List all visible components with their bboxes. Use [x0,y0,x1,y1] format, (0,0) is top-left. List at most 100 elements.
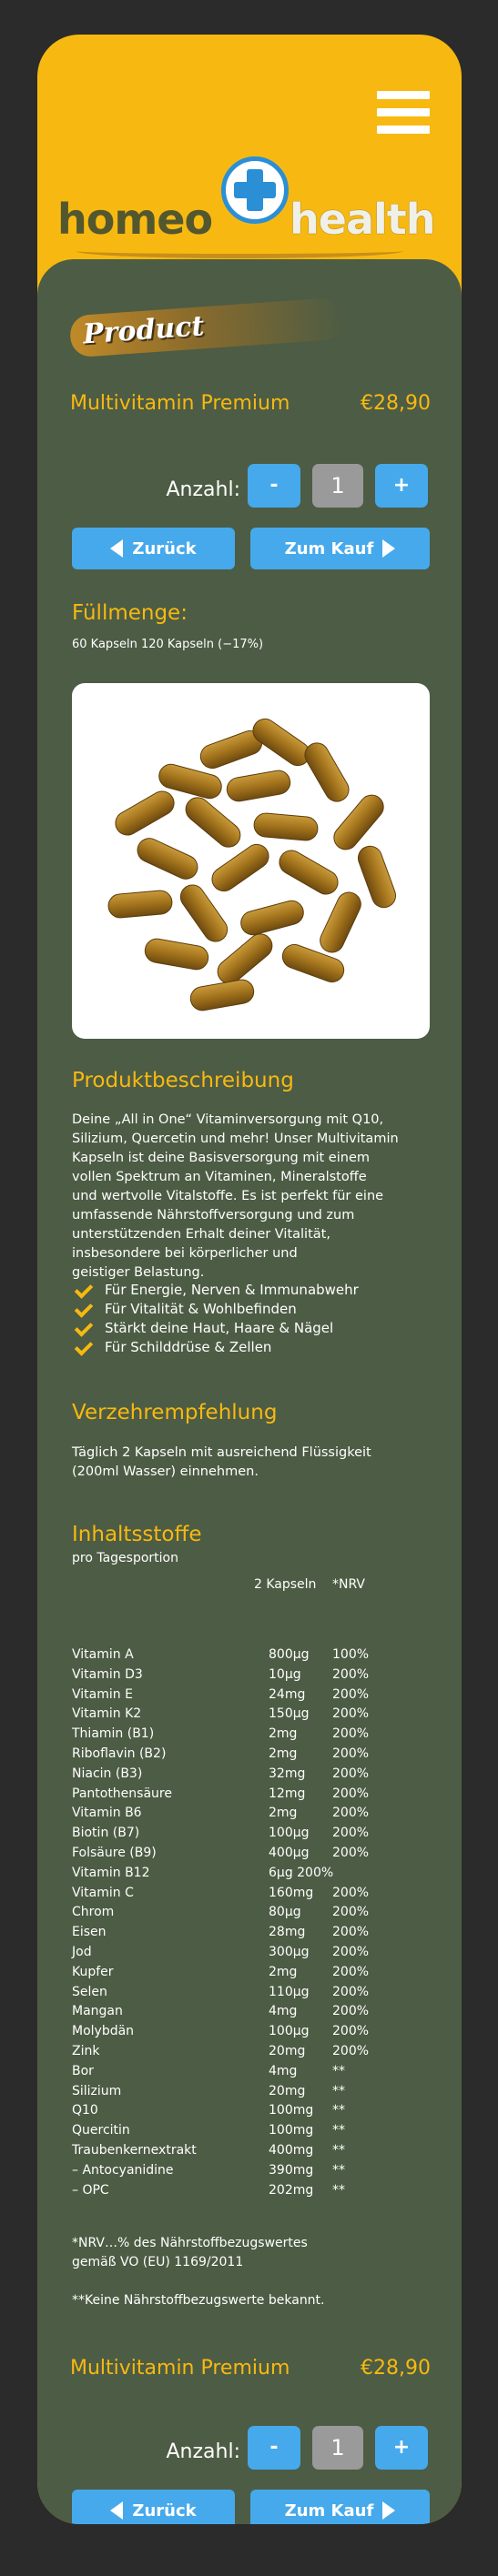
logo-word-health: health [290,195,435,244]
nutrient-amount: 100µg [269,2024,310,2039]
nutrient-name: Eisen [72,1925,107,1940]
nutrient-amount: 12mg [269,1786,306,1801]
nutrient-name: Vitamin A [72,1647,134,1662]
nutrient-amount: 110µg [269,1984,310,1999]
product-badge: Product [68,297,345,358]
nutrient-name: Bor [72,2063,94,2078]
logo-swoosh [76,244,403,258]
nutrient-nrv: 200% [332,1746,370,1761]
buy-button[interactable]: Zum Kauf [250,528,430,569]
buy-button-bottom[interactable]: Zum Kauf [250,2490,430,2524]
benefit-item: Für Energie, Nerven & Immunabwehr [72,1281,359,1300]
description-line: Kapseln ist deine Basisversorgung mit ei… [72,1151,370,1165]
nutrient-name: Zink [72,2043,100,2058]
no-nrv-footnote: **Keine Nährstoffbezugswerte bekannt. [72,2293,325,2308]
fill-options[interactable]: 60 Kapseln 120 Kapseln (−17%) [72,635,436,654]
arrow-right-icon [382,2501,396,2520]
quantity-decrease-button-bottom[interactable]: - [248,2426,300,2470]
nutrient-row: Eisen 28mg 200% [72,1925,436,1945]
benefit-item: Stärkt deine Haut, Haare & Nägel [72,1319,359,1338]
arrow-right-icon [382,539,396,558]
nutrient-nrv: 200% [332,1845,370,1860]
nutrient-nrv: ** [332,2142,345,2158]
nutrient-amount: 100µg [269,1826,310,1841]
description-line: insbesondere bei körperlicher und [72,1246,298,1261]
fill-heading: Füllmenge: [72,601,188,625]
nutrient-name: Vitamin C [72,1885,134,1900]
nutrient-amount: 28mg [269,1925,306,1940]
nutrient-row: Kupfer 2mg 200% [72,1965,436,1985]
nrv-footnote: *NRV…% des Nährstoffbezugswertes gemäß V… [72,2234,436,2272]
nutrient-nrv: 200% [332,1706,370,1722]
product-badge-label: Product [82,310,206,351]
capsules-illustration [107,718,397,1011]
nutrient-row: Quercitin 100mg ** [72,2123,436,2143]
hamburger-menu-icon[interactable] [377,91,430,135]
nutrient-name: Riboflavin (B2) [72,1746,167,1761]
logo-word-homeo: homeo [57,195,213,244]
nutrient-row: – Antocyanidine 390mg ** [72,2163,436,2183]
nutrient-amount: 800µg [269,1647,310,1662]
quantity-selector-bottom: Anzahl: - 1 + [37,2426,428,2470]
nutrient-nrv: ** [332,2182,345,2198]
quantity-increase-button[interactable]: + [375,464,428,508]
description-line: Silizium, Quercetin und mehr! Unser Mult… [72,1132,399,1146]
benefit-item: Für Schilddrüse & Zellen [72,1338,359,1357]
quantity-label-bottom: Anzahl: [166,2440,241,2463]
nutrient-nrv: ** [332,2162,345,2178]
quantity-label: Anzahl: [166,478,241,501]
back-button-label: Zurück [132,2501,197,2521]
ingredients-heading: Inhaltsstoffe [72,1523,202,1546]
quantity-value[interactable]: 1 [312,464,363,508]
nutrient-name: Thiamin (B1) [72,1726,155,1742]
nutrient-nrv: 200% [332,1944,370,1959]
product-image [72,683,430,1039]
nutrient-row: Riboflavin (B2) 2mg 200% [72,1746,436,1766]
nutrient-nrv: 200% [332,1726,370,1742]
nutrient-row: Folsäure (B9) 400µg 200% [72,1846,436,1866]
medical-cross-icon [221,156,289,224]
nutrient-row: Vitamin A 800µg 100% [72,1647,436,1667]
arrow-left-icon [110,539,124,558]
product-title-row: Multivitamin Premium €28,90 [70,392,431,415]
nutrient-name: Vitamin D3 [72,1666,143,1682]
quantity-decrease-button[interactable]: - [248,464,300,508]
benefits-list: Für Energie, Nerven & Immunabwehr Für Vi… [72,1281,359,1357]
nutrient-row: Niacin (B3) 32mg 200% [72,1766,436,1786]
nutrient-row: Pantothensäure 12mg 200% [72,1786,436,1806]
description-line: vollen Spektrum an Vitaminen, Mineralsto… [72,1170,367,1184]
nutrient-nrv: ** [332,2103,345,2118]
nutrient-nrv: 200% [332,1964,370,1979]
quantity-value-bottom[interactable]: 1 [312,2426,363,2470]
nutrient-nrv: 200% [332,2024,370,2039]
nutrient-amount: 400µg [269,1845,310,1860]
recommendation-heading: Verzehrempfehlung [72,1401,278,1424]
nutrient-amount: 24mg [269,1686,306,1702]
nutrient-nrv: 200% [332,1905,370,1920]
nutrient-amount: 2mg [269,1726,298,1742]
nutrient-row: Molybdän 100µg 200% [72,2024,436,2044]
quantity-increase-button-bottom[interactable]: + [375,2426,428,2470]
nutrient-amount: 32mg [269,1766,306,1781]
nutrient-amount: 6µg 200% [269,1865,334,1880]
nutrient-row: Thiamin (B1) 2mg 200% [72,1726,436,1746]
product-panel: Product Multivitamin Premium €28,90 Anza… [37,259,462,2524]
nutrient-name: – Antocyanidine [72,2162,174,2178]
nutrient-amount: 100mg [269,2103,314,2118]
nutrient-name: Molybdän [72,2024,135,2039]
product-price-bottom: €28,90 [361,2357,431,2380]
back-button[interactable]: Zurück [72,528,235,569]
nutrient-nrv: ** [332,2063,345,2078]
nutrient-name: Folsäure (B9) [72,1845,157,1860]
nutrient-row: Silizium 20mg ** [72,2084,436,2104]
nrv-footnote-line: gemäß VO (EU) 1169/2011 [72,2255,244,2269]
ingredients-table-header: 2 Kapseln *NRV [72,1577,436,1595]
nutrient-nrv: ** [332,2123,345,2138]
back-button-bottom[interactable]: Zurück [72,2490,235,2524]
ingredients-table: Vitamin A 800µg 100% Vitamin D3 10µg 200% Vita… [72,1647,436,2202]
nutrient-amount: 2mg [269,1964,298,1979]
homeo-health-logo[interactable]: homeo health [57,151,449,269]
nutrient-name: Vitamin K2 [72,1706,142,1722]
nutrient-name: Selen [72,1984,107,1999]
nutrient-name: Jod [72,1944,92,1959]
